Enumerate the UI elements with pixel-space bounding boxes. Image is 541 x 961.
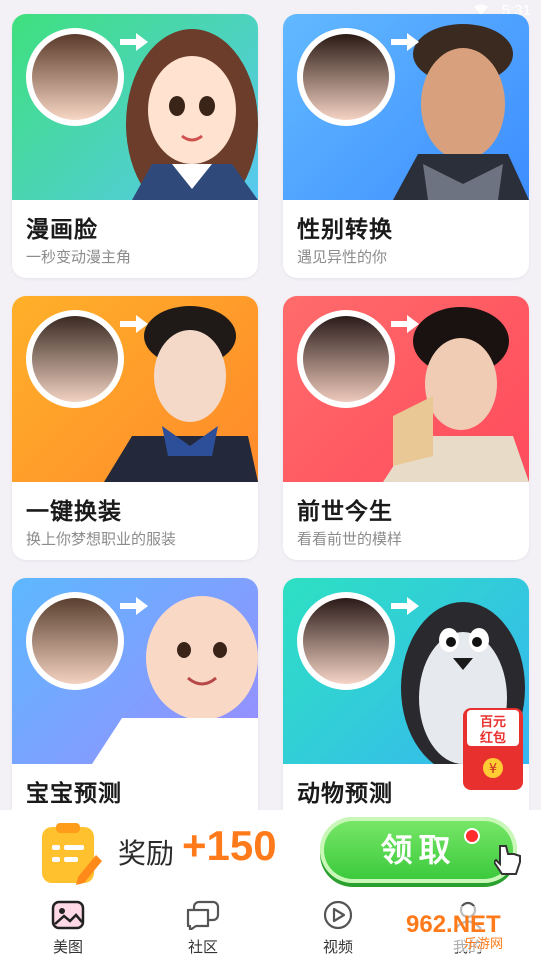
watermark-text: 962.NET: [406, 911, 501, 938]
tab-label: 社区: [187, 938, 218, 956]
task-clipboard-icon: [42, 823, 102, 885]
arrow-right-icon: [120, 597, 148, 615]
card-title: 动物预测: [297, 781, 393, 807]
reward-bar: 奖励 +150 领取: [0, 810, 541, 890]
card-banner: [12, 578, 258, 764]
red-packet-line2: 红包: [480, 730, 506, 746]
tab-video[interactable]: 视频: [298, 896, 378, 956]
card-title: 宝宝预测: [26, 781, 122, 807]
red-packet-promo[interactable]: 百元 红包 ¥: [461, 706, 525, 792]
tab-label: 视频: [322, 938, 353, 956]
claim-button[interactable]: 领取: [320, 817, 517, 883]
notification-dot: [464, 828, 480, 844]
tab-community[interactable]: 社区: [163, 896, 243, 956]
source-photo-thumbnail: [297, 28, 395, 126]
source-photo-thumbnail: [297, 310, 395, 408]
card-title: 一键换装: [26, 499, 122, 525]
source-photo-thumbnail: [26, 28, 124, 126]
feature-card-past-life[interactable]: 前世今生 看看前世的模样: [283, 296, 529, 560]
site-watermark-logo: 962.NET 乐游网: [400, 906, 532, 952]
arrow-right-icon: [391, 597, 419, 615]
arrow-right-icon: [391, 33, 419, 51]
play-icon: [323, 900, 353, 930]
card-subtitle: 遇见异性的你: [297, 248, 388, 266]
watermark-sub: 乐游网: [464, 937, 503, 952]
tab-label: 美图: [52, 938, 83, 956]
hand-pointer-icon: [494, 845, 521, 875]
source-photo-thumbnail: [26, 310, 124, 408]
red-packet-symbol: ¥: [489, 762, 497, 777]
feature-card-gender-swap[interactable]: 性别转换 遇见异性的你: [283, 14, 529, 278]
reward-value: +150: [182, 822, 277, 869]
card-banner: [283, 296, 529, 482]
arrow-right-icon: [391, 315, 419, 333]
arrow-right-icon: [120, 315, 148, 333]
arrow-right-icon: [120, 33, 148, 51]
card-title: 性别转换: [297, 217, 393, 243]
card-subtitle: 一秒变动漫主角: [26, 248, 132, 266]
photo-icon: [51, 900, 85, 930]
source-photo-thumbnail: [297, 592, 395, 690]
feature-card-baby-prediction[interactable]: 宝宝预测: [12, 578, 258, 842]
red-packet-line1: 百元: [480, 715, 506, 730]
card-banner: [12, 296, 258, 482]
source-photo-thumbnail: [26, 592, 124, 690]
card-title: 漫画脸: [26, 217, 98, 243]
feature-card-manga-face[interactable]: 漫画脸 一秒变动漫主角: [12, 14, 258, 278]
card-banner: [12, 14, 258, 200]
red-packet-icon: 百元 红包 ¥: [463, 708, 523, 790]
card-subtitle: 换上你梦想职业的服装: [26, 530, 177, 548]
chat-bubble-icon: [186, 900, 220, 930]
card-subtitle: 看看前世的模样: [297, 530, 403, 548]
reward-label: 奖励: [118, 837, 175, 870]
card-title: 前世今生: [297, 499, 393, 525]
tab-meitu[interactable]: 美图: [28, 896, 108, 956]
feature-card-outfit-change[interactable]: 一键换装 换上你梦想职业的服装: [12, 296, 258, 560]
card-banner: [283, 14, 529, 200]
